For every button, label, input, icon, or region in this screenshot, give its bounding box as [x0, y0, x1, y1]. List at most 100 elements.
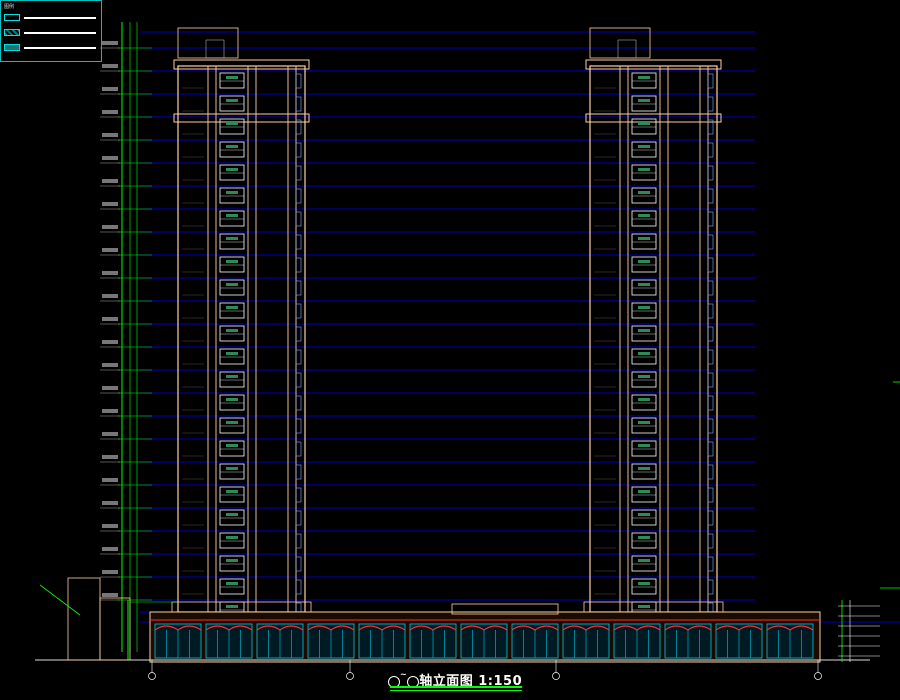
- window: [631, 210, 657, 227]
- legend-row-3: [4, 43, 98, 53]
- window: [219, 555, 245, 572]
- floor-level-lines: [140, 31, 900, 623]
- window: [219, 279, 245, 296]
- window-label-block: [226, 122, 238, 125]
- level-text-block: [102, 41, 118, 45]
- window: [219, 118, 245, 135]
- window: [631, 348, 657, 365]
- parapet: [585, 59, 722, 70]
- level-text-block: [102, 133, 118, 137]
- side-window: [295, 280, 302, 296]
- level-text-block: [102, 524, 118, 528]
- window-label-block: [226, 168, 238, 171]
- window: [631, 164, 657, 181]
- window: [631, 417, 657, 434]
- leader-line: [39, 584, 81, 616]
- window: [631, 509, 657, 526]
- podium: [35, 603, 870, 663]
- window-label-block: [638, 467, 650, 470]
- side-window: [295, 487, 302, 503]
- side-window: [707, 556, 714, 572]
- grid-axis-bubble: [814, 672, 822, 680]
- left-dimension-chain: [100, 22, 152, 660]
- window-label-block: [638, 329, 650, 332]
- window-label-block: [638, 559, 650, 562]
- window-label-block: [226, 214, 238, 217]
- window: [631, 302, 657, 319]
- level-text-block: [102, 225, 118, 229]
- window: [219, 256, 245, 273]
- window-label-block: [226, 99, 238, 102]
- window-label-block: [638, 375, 650, 378]
- window: [219, 72, 245, 89]
- side-window: [295, 303, 302, 319]
- window: [631, 233, 657, 250]
- window-label-block: [638, 513, 650, 516]
- level-text-block: [102, 432, 118, 436]
- cornice: [173, 113, 310, 123]
- window: [219, 348, 245, 365]
- grid-axis-bubble: [346, 672, 354, 680]
- side-window: [707, 326, 714, 342]
- window-label-block: [638, 237, 650, 240]
- grid-axis-bubble: [148, 672, 156, 680]
- window-label-block: [638, 536, 650, 539]
- window-label-block: [226, 444, 238, 447]
- window: [631, 118, 657, 135]
- side-window: [295, 257, 302, 273]
- window-label-block: [226, 191, 238, 194]
- window-label-block: [638, 168, 650, 171]
- side-window: [295, 142, 302, 158]
- window-label-block: [226, 352, 238, 355]
- parapet: [173, 59, 310, 70]
- side-annex-low: [99, 597, 131, 661]
- window: [219, 187, 245, 204]
- penthouse: [177, 27, 239, 59]
- window-label-block: [638, 306, 650, 309]
- window: [219, 578, 245, 595]
- side-window: [707, 257, 714, 273]
- legend-line: [24, 47, 96, 49]
- side-window: [295, 326, 302, 342]
- window-label-block: [638, 76, 650, 79]
- legend-row-1: [4, 13, 98, 23]
- side-window: [295, 533, 302, 549]
- tower-base: [583, 601, 724, 613]
- window: [219, 95, 245, 112]
- side-window: [707, 142, 714, 158]
- window: [631, 187, 657, 204]
- side-annex: [67, 577, 101, 661]
- level-text-block: [102, 363, 118, 367]
- level-text-block: [102, 202, 118, 206]
- legend-swatch-hatched: [4, 29, 20, 36]
- window-label-block: [638, 283, 650, 286]
- side-window: [707, 349, 714, 365]
- window: [219, 532, 245, 549]
- window-label-block: [226, 490, 238, 493]
- side-window: [295, 441, 302, 457]
- window: [631, 95, 657, 112]
- window: [219, 164, 245, 181]
- legend-row-2: [4, 28, 98, 38]
- level-text-block: [102, 547, 118, 551]
- side-window: [707, 211, 714, 227]
- window-label-block: [226, 260, 238, 263]
- level-text-block: [102, 179, 118, 183]
- window: [219, 394, 245, 411]
- level-text-block: [102, 478, 118, 482]
- tower-outline: [177, 65, 306, 613]
- window-label-block: [226, 536, 238, 539]
- window: [631, 141, 657, 158]
- window: [631, 371, 657, 388]
- legend-line: [24, 32, 96, 34]
- side-window: [295, 234, 302, 250]
- tower-left: [171, 27, 312, 618]
- side-window: [295, 372, 302, 388]
- window-label-block: [226, 582, 238, 585]
- level-text-block: [102, 409, 118, 413]
- level-text-block: [102, 248, 118, 252]
- side-window: [707, 418, 714, 434]
- side-window: [707, 510, 714, 526]
- side-window: [707, 234, 714, 250]
- side-window: [707, 487, 714, 503]
